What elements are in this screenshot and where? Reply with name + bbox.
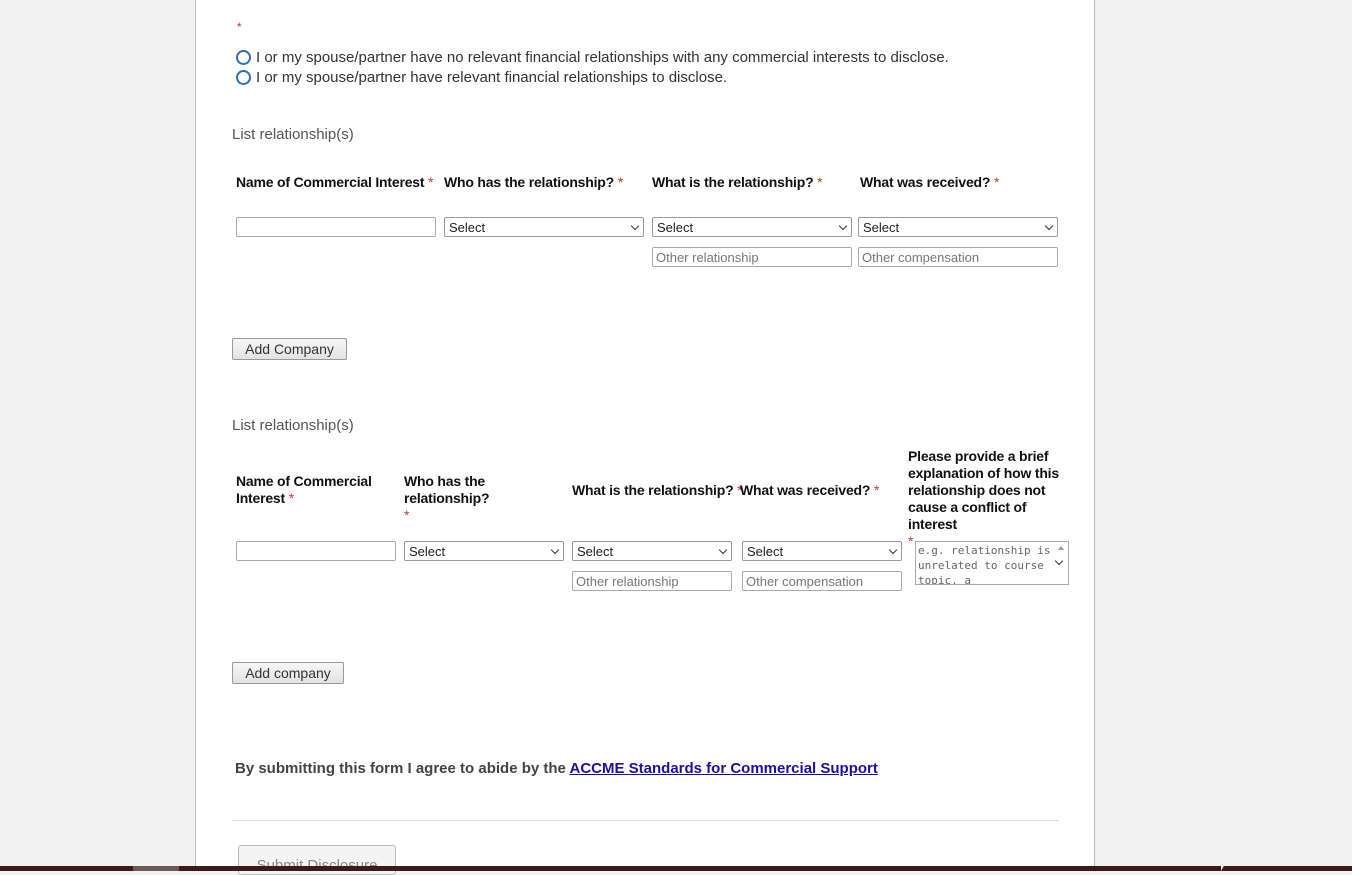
radio-label: I or my spouse/partner have no relevant …	[256, 49, 949, 66]
radio-button[interactable]	[236, 50, 251, 65]
scroll-up-icon[interactable]	[1058, 546, 1064, 550]
radio-label: I or my spouse/partner have relevant fin…	[256, 69, 728, 86]
required-mark: *	[237, 20, 242, 34]
other-compensation-input[interactable]	[858, 247, 1058, 267]
col-explanation: Please provide a brief explanation of ho…	[908, 448, 1059, 549]
scroll-down-icon[interactable]	[1054, 556, 1064, 566]
col-who-has-relationship-2: Who has the relationship? *	[404, 473, 490, 523]
add-company-button-2[interactable]: Add company	[232, 662, 344, 684]
who-has-relationship-select[interactable]: Select	[444, 217, 644, 237]
col-name-of-commercial-interest-2: Name of Commercial Interest *	[236, 473, 372, 506]
chevron-down-icon	[550, 545, 560, 555]
other-relationship-input-2[interactable]	[572, 571, 732, 591]
col-who-has-relationship: Who has the relationship? *	[444, 174, 623, 190]
other-compensation-input-2[interactable]	[742, 571, 902, 591]
what-was-received-select[interactable]: Select	[858, 217, 1058, 237]
chevron-down-icon	[1044, 221, 1054, 231]
col-what-was-received: What was received? *	[860, 174, 1000, 190]
taskbar-item[interactable]	[133, 866, 179, 871]
section1-title: List relationship(s)	[232, 126, 354, 143]
taskbar	[0, 866, 1352, 871]
who-has-relationship-select-2[interactable]: Select	[404, 541, 564, 561]
divider	[232, 820, 1059, 821]
form-page: * I or my spouse/partner have no relevan…	[195, 0, 1095, 875]
add-company-button[interactable]: Add Company	[232, 338, 347, 360]
col-what-is-relationship-2: What is the relationship? *	[572, 482, 743, 498]
commercial-interest-name-input-2[interactable]	[236, 541, 396, 561]
chevron-down-icon	[718, 545, 728, 555]
col-what-is-relationship: What is the relationship? *	[652, 174, 823, 190]
commercial-interest-name-input[interactable]	[236, 217, 436, 237]
chevron-down-icon	[838, 221, 848, 231]
textarea-scrollbar[interactable]	[1054, 542, 1068, 584]
what-is-relationship-select[interactable]: Select	[652, 217, 852, 237]
col-name-of-commercial-interest: Name of Commercial Interest *	[236, 174, 434, 190]
chevron-down-icon	[630, 221, 640, 231]
chevron-down-icon	[888, 545, 898, 555]
other-relationship-input[interactable]	[652, 247, 852, 267]
agreement-text: By submitting this form I agree to abide…	[235, 760, 878, 777]
mouse-cursor-icon	[1221, 864, 1225, 871]
radio-option-no-relationships[interactable]: I or my spouse/partner have no relevant …	[236, 49, 949, 66]
col-what-was-received-2: What was received? *	[740, 482, 880, 498]
radio-button[interactable]	[236, 70, 251, 85]
accme-standards-link[interactable]: ACCME Standards for Commercial Support	[569, 760, 877, 777]
conflict-explanation-textarea[interactable]	[915, 541, 1069, 585]
what-was-received-select-2[interactable]: Select	[742, 541, 902, 561]
radio-option-has-relationships[interactable]: I or my spouse/partner have relevant fin…	[236, 69, 727, 86]
section2-title: List relationship(s)	[232, 417, 354, 434]
what-is-relationship-select-2[interactable]: Select	[572, 541, 732, 561]
